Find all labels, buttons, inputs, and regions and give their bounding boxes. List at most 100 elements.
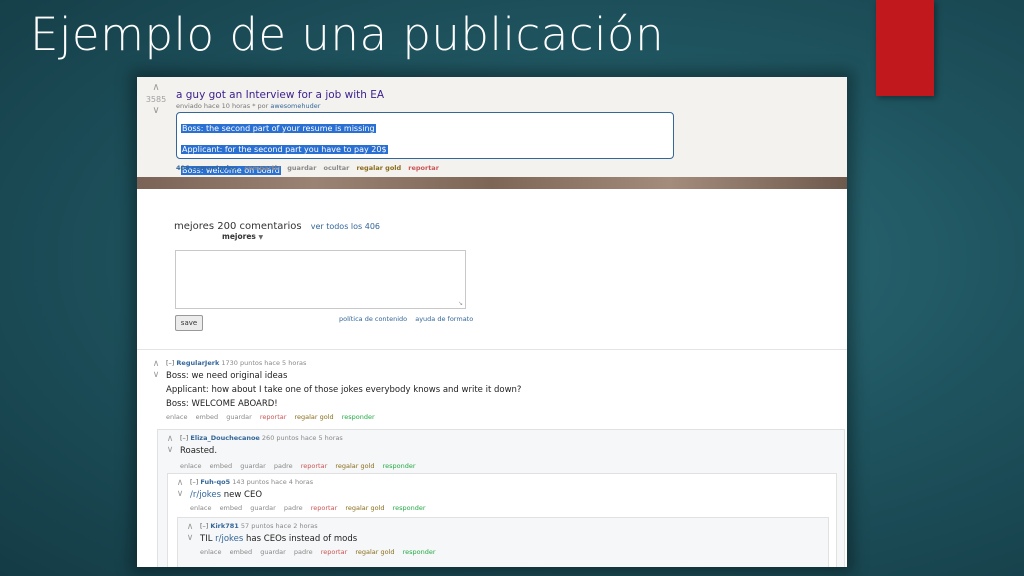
comment-header: [–] Eliza_Douchecanoe 260 puntos hace 5 … <box>180 434 343 442</box>
comment-line: TIL r/jokes has CEOs instead of mods <box>200 534 357 544</box>
downvote-arrow-icon[interactable]: ∨ <box>174 489 186 500</box>
embed-link[interactable]: embed <box>230 548 253 556</box>
post-actions: 406 comentarios compartir guardar oculta… <box>176 164 444 172</box>
resize-handle-icon[interactable]: ↘ <box>458 300 463 307</box>
comment-vote: ∧ ∨ <box>174 478 186 500</box>
upvote-arrow-icon[interactable]: ∧ <box>164 434 176 445</box>
post-vote: ∧ 3585 ∨ <box>145 83 167 116</box>
give-gold-link[interactable]: regalar gold <box>345 504 384 512</box>
comment-line: Roasted. <box>180 446 218 456</box>
downvote-arrow-icon[interactable]: ∨ <box>150 370 162 381</box>
comments-heading: mejores 200 comentarios ver todos los 40… <box>174 214 380 233</box>
collapse-toggle[interactable]: [–] <box>200 522 208 530</box>
post: ∧ 3585 ∨ a guy got an Interview for a jo… <box>137 77 847 177</box>
parent-link[interactable]: padre <box>284 504 303 512</box>
upvote-arrow-icon[interactable]: ∧ <box>145 83 167 93</box>
save-link[interactable]: guardar <box>226 413 252 421</box>
view-all-comments-link[interactable]: ver todos los 406 <box>311 222 380 231</box>
content-policy-link[interactable]: política de contenido <box>339 315 407 323</box>
comment-actions: enlace embed guardar reportar regalar go… <box>166 413 381 421</box>
upvote-arrow-icon[interactable]: ∧ <box>150 359 162 370</box>
report-link[interactable]: reportar <box>311 504 338 512</box>
comment-line: /r/jokes new CEO <box>190 490 262 500</box>
report-link[interactable]: reportar <box>321 548 348 556</box>
give-gold-link[interactable]: regalar gold <box>335 462 374 470</box>
parent-link[interactable]: padre <box>274 462 293 470</box>
comment: ∧ ∨ [–] RegularJerk 1730 puntos hace 5 h… <box>150 359 840 423</box>
embed-link[interactable]: embed <box>220 504 243 512</box>
comment-vote: ∧ ∨ <box>164 434 176 456</box>
format-help-link[interactable]: ayuda de formato <box>415 315 473 323</box>
permalink-link[interactable]: enlace <box>166 413 187 421</box>
give-gold-link[interactable]: regalar gold <box>294 413 333 421</box>
reply-link[interactable]: responder <box>403 548 436 556</box>
sort-label: mejores <box>222 232 256 241</box>
give-gold-link[interactable]: regalar gold <box>356 164 401 172</box>
sort-dropdown[interactable]: mejores ▼ <box>222 232 263 241</box>
report-link[interactable]: reportar <box>260 413 287 421</box>
subreddit-link[interactable]: r/jokes <box>215 534 243 544</box>
comment-header: [–] Kirk781 57 puntos hace 2 horas <box>200 522 318 530</box>
downvote-arrow-icon[interactable]: ∨ <box>145 106 167 116</box>
top-comments-title: mejores 200 comentarios <box>174 221 302 232</box>
form-links: política de contenido ayuda de formato <box>333 315 473 323</box>
downvote-arrow-icon[interactable]: ∨ <box>184 533 196 544</box>
comment-meta: 1730 puntos hace 5 horas <box>221 359 307 367</box>
comment-actions: enlace embed guardar padre reportar rega… <box>180 462 422 470</box>
downvote-arrow-icon[interactable]: ∨ <box>164 445 176 456</box>
reply-link[interactable]: responder <box>393 504 426 512</box>
comment-line: Boss: WELCOME ABOARD! <box>166 399 278 409</box>
report-link[interactable]: reportar <box>301 462 328 470</box>
collapse-toggle[interactable]: [–] <box>180 434 188 442</box>
save-link[interactable]: guardar <box>250 504 276 512</box>
save-link[interactable]: guardar <box>287 164 316 172</box>
hide-link[interactable]: ocultar <box>323 164 349 172</box>
comment-author-link[interactable]: RegularJerk <box>176 359 219 367</box>
comment-line: Boss: we need original ideas <box>166 371 288 381</box>
parent-link[interactable]: padre <box>294 548 313 556</box>
save-link[interactable]: guardar <box>260 548 286 556</box>
comment-header: [–] RegularJerk 1730 puntos hace 5 horas <box>166 359 306 367</box>
post-line: Boss: the second part of your resume is … <box>181 124 376 133</box>
comment-author-link[interactable]: Kirk781 <box>210 522 238 530</box>
comment-actions: enlace embed guardar padre reportar rega… <box>190 504 432 512</box>
post-selftext: Boss: the second part of your resume is … <box>176 112 674 175</box>
permalink-link[interactable]: enlace <box>200 548 221 556</box>
comment-header: [–] Fuh-qo5 143 puntos hace 4 horas <box>190 478 313 486</box>
comment-textarea[interactable]: ↘ <box>175 250 466 309</box>
save-button[interactable]: save <box>175 315 203 331</box>
post-meta-text: enviado hace 10 horas * por <box>176 102 269 110</box>
embed-link[interactable]: embed <box>196 413 219 421</box>
upvote-arrow-icon[interactable]: ∧ <box>184 522 196 533</box>
reply-link[interactable]: responder <box>383 462 416 470</box>
reply-link[interactable]: responder <box>342 413 375 421</box>
comment-text: new CEO <box>221 490 263 500</box>
post-title-link[interactable]: a guy got an Interview for a job with EA <box>176 89 384 101</box>
permalink-link[interactable]: enlace <box>190 504 211 512</box>
comment-author-link[interactable]: Eliza_Douchecanoe <box>190 434 259 442</box>
share-link[interactable]: compartir <box>244 164 280 172</box>
comment-meta: 260 puntos hace 5 horas <box>261 434 343 442</box>
comments-link[interactable]: 406 comentarios <box>176 164 237 172</box>
comment-text: TIL <box>200 534 216 544</box>
give-gold-link[interactable]: regalar gold <box>355 548 394 556</box>
subreddit-link[interactable]: /r/jokes <box>190 490 221 500</box>
collapse-toggle[interactable]: [–] <box>166 359 174 367</box>
report-link[interactable]: reportar <box>408 164 439 172</box>
embed-link[interactable]: embed <box>210 462 233 470</box>
caret-down-icon: ▼ <box>258 234 264 241</box>
comment-meta: 57 puntos hace 2 horas <box>240 522 318 530</box>
collapse-toggle[interactable]: [–] <box>190 478 198 486</box>
save-link[interactable]: guardar <box>240 462 266 470</box>
header-banner <box>137 177 847 189</box>
post-line: Applicant: for the second part you have … <box>181 145 388 154</box>
permalink-link[interactable]: enlace <box>180 462 201 470</box>
comment-vote: ∧ ∨ <box>184 522 196 544</box>
post-author-link[interactable]: awesomehuder <box>270 102 320 110</box>
comment-meta: 143 puntos hace 4 horas <box>232 478 314 486</box>
comment-text: has CEOs instead of mods <box>243 534 358 544</box>
upvote-arrow-icon[interactable]: ∧ <box>174 478 186 489</box>
comment-author-link[interactable]: Fuh-qo5 <box>200 478 230 486</box>
comment-actions: enlace embed guardar padre reportar rega… <box>200 548 442 556</box>
divider <box>137 349 847 350</box>
